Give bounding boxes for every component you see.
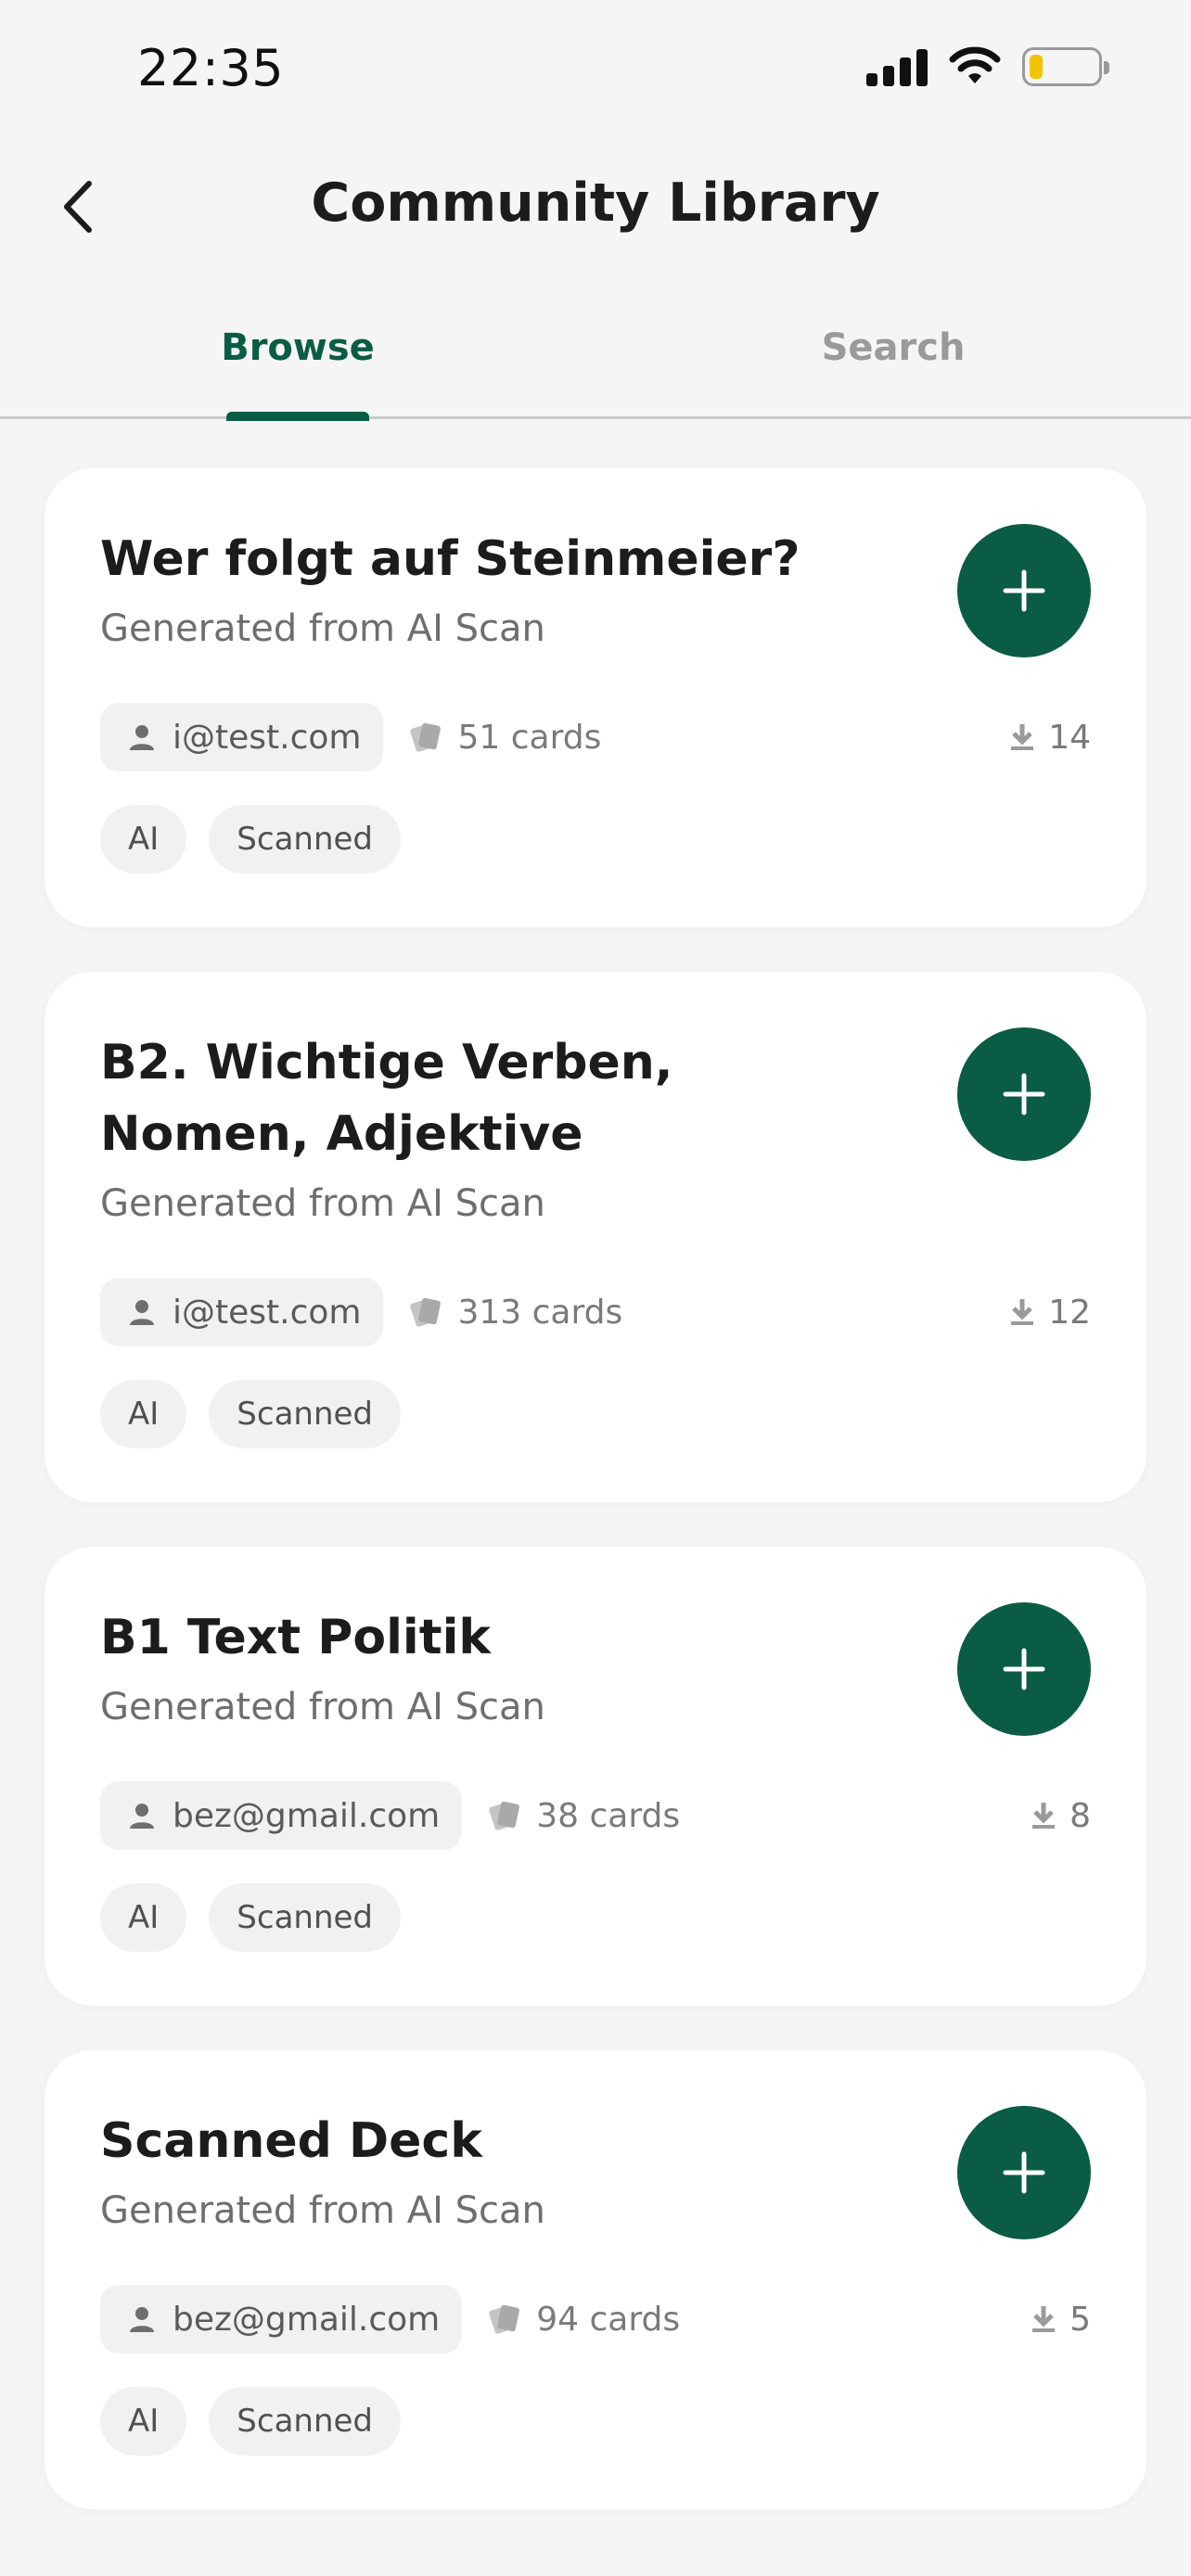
add-deck-button[interactable] — [957, 2106, 1091, 2239]
status-bar: 22:35 — [0, 0, 1191, 139]
wifi-icon — [949, 46, 1001, 83]
card-count-text: 94 cards — [536, 2300, 681, 2339]
tag-chip: Scanned — [209, 1883, 402, 1952]
tag-chip: AI — [100, 1380, 187, 1448]
tag-chip: Scanned — [209, 805, 402, 874]
cards-icon — [410, 1297, 442, 1327]
tab-bar: Browse Search — [0, 306, 1191, 421]
deck-card[interactable]: Scanned Deck Generated from AI Scan bez@… — [45, 2050, 1146, 2509]
page-title: Community Library — [311, 172, 880, 234]
download-count: 12 — [1048, 1293, 1091, 1332]
tag-chip: Scanned — [209, 2387, 402, 2455]
download-stat: 5 — [1031, 2285, 1091, 2353]
deck-card[interactable]: B2. Wichtige Verben, Nomen, Adjektive Ge… — [45, 972, 1146, 1502]
user-icon — [130, 2307, 154, 2332]
deck-title: B1 Text Politik — [100, 1610, 492, 1665]
deck-subtitle: Generated from AI Scan — [100, 1686, 545, 1728]
deck-title: Scanned Deck — [100, 2113, 482, 2169]
deck-card[interactable]: B1 Text Politik Generated from AI Scan b… — [45, 1547, 1146, 2006]
deck-meta: bez@gmail.com 94 cards 5 — [100, 2285, 1091, 2353]
deck-list: Wer folgt auf Steinmeier? Generated from… — [45, 468, 1146, 2554]
tag-list: AI Scanned — [100, 1380, 1091, 1448]
download-icon — [1011, 724, 1034, 750]
author-name: bez@gmail.com — [173, 1796, 441, 1835]
tag-chip: Scanned — [209, 1380, 402, 1448]
tab-search[interactable]: Search — [596, 306, 1191, 419]
user-icon — [130, 725, 154, 750]
download-count: 14 — [1048, 718, 1091, 757]
plus-icon — [1003, 1073, 1045, 1116]
screen: 22:35 Community Library Browse Search We… — [0, 0, 1191, 2576]
deck-meta: bez@gmail.com 38 cards 8 — [100, 1781, 1091, 1850]
user-icon — [130, 1804, 154, 1829]
add-deck-button[interactable] — [957, 1027, 1091, 1161]
card-count: 313 cards — [407, 1294, 622, 1332]
cards-icon — [489, 2304, 520, 2334]
plus-icon — [1003, 1648, 1045, 1690]
card-count: 51 cards — [407, 719, 601, 757]
author-pill[interactable]: i@test.com — [100, 1278, 384, 1346]
deck-subtitle: Generated from AI Scan — [100, 607, 545, 650]
deck-subtitle: Generated from AI Scan — [100, 1182, 545, 1225]
add-deck-button[interactable] — [957, 1602, 1091, 1736]
deck-meta: i@test.com 313 cards 12 — [100, 1278, 1091, 1346]
tag-chip: AI — [100, 2387, 187, 2455]
download-icon — [1032, 2306, 1056, 2332]
add-deck-button[interactable] — [957, 524, 1091, 657]
deck-meta: i@test.com 51 cards 14 — [100, 703, 1091, 772]
user-icon — [130, 1300, 154, 1325]
active-tab-indicator — [226, 412, 369, 421]
download-icon — [1011, 1299, 1034, 1325]
battery-icon — [1022, 47, 1109, 86]
author-name: i@test.com — [173, 718, 362, 757]
card-count-text: 313 cards — [457, 1293, 623, 1332]
author-pill[interactable]: bez@gmail.com — [100, 2285, 463, 2353]
battery-level — [1030, 55, 1043, 79]
deck-subtitle: Generated from AI Scan — [100, 2189, 545, 2232]
tag-list: AI Scanned — [100, 2387, 1091, 2455]
download-icon — [1032, 1803, 1056, 1829]
cards-icon — [489, 1801, 520, 1830]
tag-list: AI Scanned — [100, 805, 1091, 874]
status-time: 22:35 — [137, 39, 285, 97]
author-name: i@test.com — [173, 1293, 362, 1332]
card-count-text: 51 cards — [457, 718, 602, 757]
card-count: 38 cards — [486, 1797, 680, 1835]
card-count: 94 cards — [486, 2301, 680, 2339]
status-icons — [866, 46, 1109, 87]
signal-icon — [866, 47, 928, 86]
card-count-text: 38 cards — [536, 1796, 681, 1835]
tag-chip: AI — [100, 805, 187, 874]
author-name: bez@gmail.com — [173, 2300, 441, 2339]
download-count: 5 — [1069, 2300, 1091, 2339]
download-stat: 12 — [1009, 1278, 1091, 1346]
tab-browse[interactable]: Browse — [0, 306, 596, 419]
plus-icon — [1003, 2151, 1045, 2194]
plus-icon — [1003, 569, 1045, 612]
header: Community Library — [0, 139, 1191, 278]
author-pill[interactable]: bez@gmail.com — [100, 1781, 463, 1850]
deck-title: Wer folgt auf Steinmeier? — [100, 531, 800, 587]
cards-icon — [410, 722, 442, 752]
deck-title: B2. Wichtige Verben, Nomen, Adjektive — [100, 1035, 673, 1162]
tag-chip: AI — [100, 1883, 187, 1952]
author-pill[interactable]: i@test.com — [100, 703, 384, 772]
deck-card[interactable]: Wer folgt auf Steinmeier? Generated from… — [45, 468, 1146, 927]
download-stat: 14 — [1009, 703, 1091, 772]
tag-list: AI Scanned — [100, 1883, 1091, 1952]
download-count: 8 — [1069, 1796, 1091, 1835]
download-stat: 8 — [1031, 1781, 1091, 1850]
